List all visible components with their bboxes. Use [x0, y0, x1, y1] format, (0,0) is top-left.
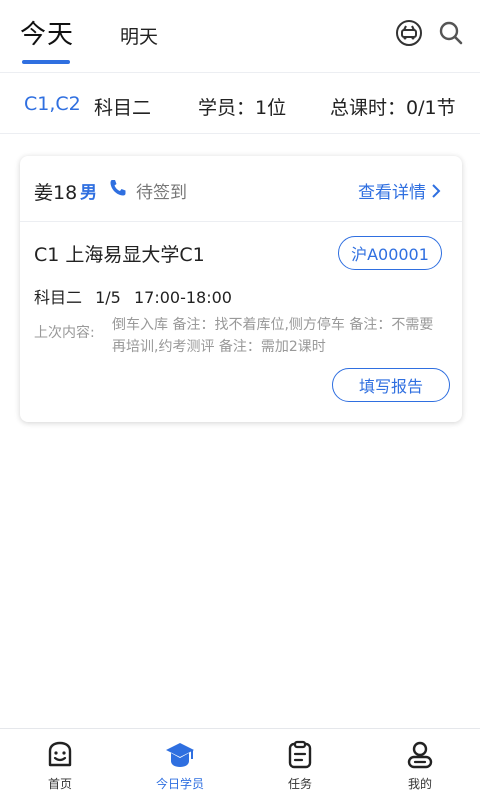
- active-tab-indicator: [22, 60, 70, 64]
- chevron-right-icon: [432, 183, 441, 198]
- nav-mine[interactable]: 我的: [360, 729, 480, 800]
- view-details-link[interactable]: 查看详情: [358, 178, 442, 203]
- student-gender: 男: [80, 183, 97, 203]
- top-tab-bar: 今天 明天: [0, 0, 480, 72]
- license-plate-badge: 沪A00001: [338, 236, 442, 270]
- nav-tasks[interactable]: 任务: [240, 729, 360, 800]
- school-name: C1 上海易显大学C1: [34, 244, 205, 266]
- total-hours: 总课时：0/1节: [330, 97, 456, 119]
- nav-today-students[interactable]: 今日学员: [120, 729, 240, 800]
- graduation-cap-icon: [166, 743, 194, 767]
- nav-home[interactable]: 首页: [0, 729, 120, 800]
- car-service-icon[interactable]: [394, 18, 424, 48]
- student-card[interactable]: 姜18 男 待签到 查看详情 C1 上海易显大学C1 沪A00001 科目二 1…: [20, 156, 462, 422]
- last-content-label: 上次内容:: [34, 325, 95, 341]
- nav-mine-label: 我的: [407, 777, 432, 791]
- lesson-time: 17:00-18:00: [133, 288, 232, 307]
- nav-home-label: 首页: [47, 777, 72, 791]
- lesson-info: 科目二 1/5 17:00-18:00: [34, 284, 240, 308]
- content-area: 姜18 男 待签到 查看详情 C1 上海易显大学C1 沪A00001 科目二 1…: [0, 134, 480, 728]
- nav-tasks-label: 任务: [287, 777, 312, 791]
- student-name: 姜18: [34, 182, 78, 204]
- clipboard-icon: [288, 740, 312, 769]
- nav-today-students-label: 今日学员: [155, 777, 204, 791]
- license-types[interactable]: C1,C2: [24, 93, 81, 115]
- view-details-label: 查看详情: [358, 183, 426, 203]
- profile-icon: [407, 741, 433, 769]
- sign-in-status: 待签到: [136, 183, 187, 203]
- tab-today[interactable]: 今天: [20, 14, 74, 51]
- student-count: 学员：1位: [198, 97, 287, 119]
- search-icon[interactable]: [436, 18, 466, 48]
- tab-tomorrow[interactable]: 明天: [120, 22, 158, 49]
- phone-icon[interactable]: [108, 178, 128, 198]
- home-face-icon: [48, 741, 72, 767]
- subject-label: 科目二: [94, 97, 152, 119]
- fill-report-button[interactable]: 填写报告: [332, 368, 450, 402]
- last-content-text: 倒车入库 备注：找不着库位,侧方停车 备注：不需要再培训,约考测评 备注：需加2…: [112, 317, 434, 355]
- summary-bar: C1,C2 科目二 学员：1位 总课时：0/1节: [0, 72, 480, 134]
- card-header: 姜18 男 待签到 查看详情: [20, 156, 462, 222]
- lesson-progress: 1/5: [95, 288, 121, 307]
- bottom-nav: 首页 今日学员 任务 我的: [0, 728, 480, 800]
- lesson-subject: 科目二: [34, 288, 83, 307]
